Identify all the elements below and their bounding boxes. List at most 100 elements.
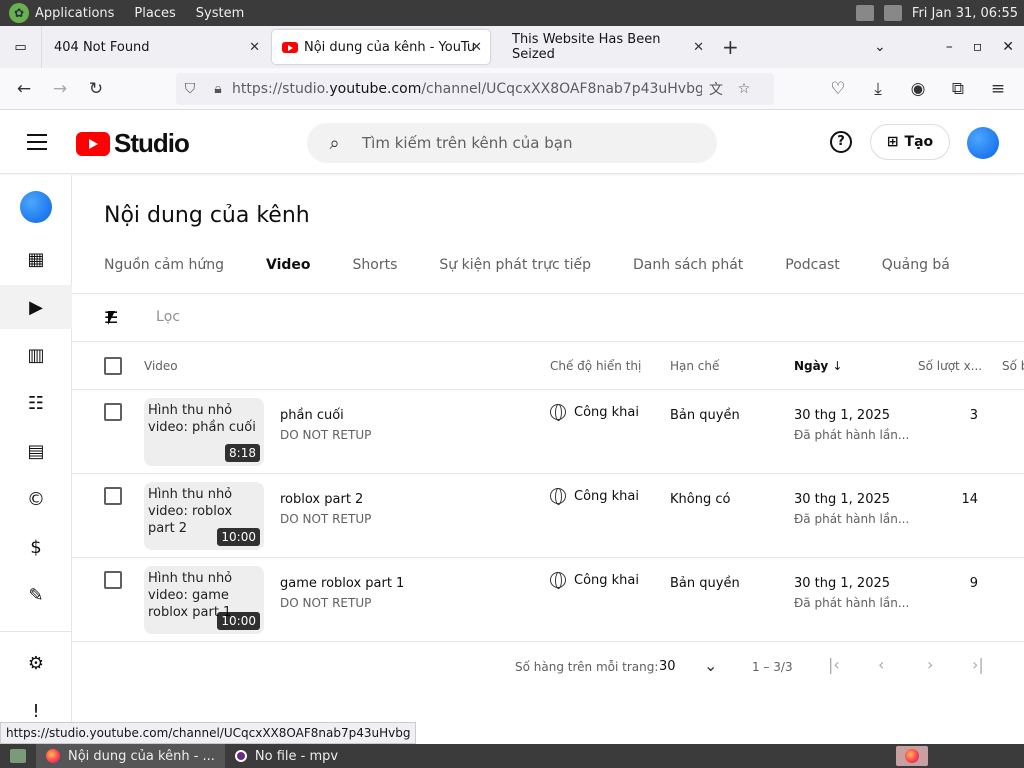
- download-icon[interactable]: ⤓: [860, 73, 896, 105]
- visibility-cell[interactable]: Công khai: [550, 404, 639, 421]
- tab-podcasts[interactable]: Podcast: [785, 257, 839, 285]
- tab-list-icon[interactable]: ▭: [0, 26, 42, 68]
- next-page-icon[interactable]: ›: [927, 655, 933, 674]
- video-title[interactable]: roblox part 2: [280, 492, 363, 507]
- restriction-cell[interactable]: Bản quyền: [670, 576, 740, 591]
- date-cell: 30 thg 1, 2025: [794, 408, 891, 423]
- date-cell: 30 thg 1, 2025: [794, 576, 891, 591]
- new-tab-icon[interactable]: +: [722, 35, 739, 59]
- close-tab-icon[interactable]: ✕: [693, 40, 704, 55]
- close-tab-icon[interactable]: ✕: [249, 40, 260, 55]
- community-icon[interactable]: ☷: [0, 381, 72, 425]
- bookmark-star-icon[interactable]: ☆: [730, 81, 758, 97]
- video-title[interactable]: game roblox part 1: [280, 576, 404, 591]
- url-text[interactable]: https://studio.youtube.com/channel/UCqcx…: [232, 81, 702, 97]
- reload-icon[interactable]: ↻: [78, 73, 114, 105]
- minimize-icon[interactable]: –: [946, 39, 953, 55]
- network-icon[interactable]: [883, 5, 902, 21]
- video-thumbnail[interactable]: Hình thu nhỏ video: game roblox part 1 1…: [144, 566, 264, 634]
- select-all-checkbox[interactable]: [104, 357, 122, 375]
- tab-seized[interactable]: This Website Has Been Seized ✕: [490, 30, 712, 64]
- analytics-icon[interactable]: ▥: [0, 333, 72, 377]
- col-date[interactable]: Ngày ↓: [794, 359, 842, 373]
- url-domain: youtube.com: [329, 81, 422, 97]
- col-visibility[interactable]: Chế độ hiển thị: [550, 359, 641, 373]
- restriction-cell[interactable]: Bản quyền: [670, 408, 740, 423]
- show-desktop-icon[interactable]: [0, 744, 36, 768]
- copyright-icon[interactable]: ©: [0, 477, 72, 521]
- tab-shorts[interactable]: Shorts: [353, 257, 398, 285]
- video-thumbnail[interactable]: Hình thu nhỏ video: roblox part 2 10:00: [144, 482, 264, 550]
- visibility-cell[interactable]: Công khai: [550, 572, 639, 589]
- visibility-cell[interactable]: Công khai: [550, 488, 639, 505]
- lock-icon[interactable]: 🔒︎: [204, 81, 232, 97]
- translate-icon[interactable]: 文: [702, 79, 730, 99]
- pocket-icon[interactable]: ♡: [820, 73, 856, 105]
- first-page-icon[interactable]: |‹: [828, 655, 840, 674]
- url-bar[interactable]: ⛉ 🔒︎ https://studio.youtube.com/channel/…: [176, 73, 774, 105]
- last-page-icon[interactable]: ›|: [972, 655, 984, 674]
- tab-404[interactable]: 404 Not Found ✕: [42, 30, 268, 64]
- close-window-icon[interactable]: ✕: [1002, 39, 1014, 55]
- earn-icon[interactable]: $: [0, 525, 72, 569]
- table-row[interactable]: Hình thu nhỏ video: phần cuối 8:18 phần …: [72, 390, 1024, 474]
- tab-live[interactable]: Sự kiện phát trực tiếp: [439, 257, 591, 285]
- tab-playlists[interactable]: Danh sách phát: [633, 257, 743, 285]
- volume-icon[interactable]: [855, 5, 874, 21]
- visibility-label: Công khai: [574, 488, 639, 504]
- search-icon[interactable]: ⌕: [307, 133, 362, 154]
- workspace-switcher-icon[interactable]: [896, 746, 928, 766]
- tab-overflow-chevron-icon[interactable]: ⌄: [874, 39, 886, 55]
- places-menu[interactable]: Places: [134, 6, 175, 21]
- tab-studio[interactable]: Nội dung của kênh - YouTub ✕: [272, 30, 490, 64]
- table-row[interactable]: Hình thu nhỏ video: roblox part 2 10:00 …: [72, 474, 1024, 558]
- hamburger-menu-icon[interactable]: [27, 134, 47, 150]
- taskbar-mpv[interactable]: No file - mpv: [225, 744, 348, 768]
- chevron-down-icon[interactable]: ⌄: [704, 656, 717, 675]
- row-checkbox[interactable]: [104, 487, 122, 505]
- main-content: Nội dung của kênh Nguồn cảm hứng Video S…: [72, 175, 1024, 745]
- applications-menu[interactable]: Applications: [35, 6, 114, 21]
- settings-gear-icon[interactable]: ⚙: [0, 641, 72, 685]
- table-row[interactable]: Hình thu nhỏ video: game roblox part 1 1…: [72, 558, 1024, 642]
- subtitles-icon[interactable]: ▤: [0, 429, 72, 473]
- account-avatar[interactable]: [967, 127, 999, 159]
- tab-videos[interactable]: Video: [266, 257, 311, 285]
- dashboard-icon[interactable]: ▦: [0, 237, 72, 281]
- create-button[interactable]: ⊞ Tạo: [870, 124, 950, 160]
- distro-logo-icon[interactable]: ✿: [9, 3, 29, 23]
- back-arrow-icon[interactable]: ←: [6, 73, 42, 105]
- extensions-icon[interactable]: ⧉: [940, 73, 976, 105]
- filter-bar[interactable]: ☰ Lọc: [72, 294, 1024, 342]
- rows-per-page-select[interactable]: 30: [659, 659, 676, 674]
- tab-promotions[interactable]: Quảng bá: [882, 257, 950, 285]
- filter-input[interactable]: Lọc: [156, 309, 180, 325]
- col-restrictions[interactable]: Hạn chế: [670, 359, 719, 373]
- customization-icon[interactable]: ✎: [0, 573, 72, 617]
- forward-arrow-icon[interactable]: →: [42, 73, 78, 105]
- video-thumbnail[interactable]: Hình thu nhỏ video: phần cuối 8:18: [144, 398, 264, 466]
- maximize-icon[interactable]: ▫: [973, 39, 983, 55]
- tab-title: Nội dung của kênh - YouTub: [304, 39, 474, 55]
- taskbar-firefox[interactable]: Nội dung của kênh - ...: [36, 744, 225, 768]
- account-icon[interactable]: ◉: [900, 73, 936, 105]
- close-tab-icon[interactable]: ✕: [471, 40, 482, 55]
- studio-logo[interactable]: Studio: [76, 128, 190, 159]
- tab-inspiration[interactable]: Nguồn cảm hứng: [104, 257, 224, 285]
- col-extra[interactable]: Số b: [1002, 359, 1024, 373]
- col-views[interactable]: Số lượt x...: [918, 359, 982, 373]
- restriction-cell[interactable]: Không có: [670, 492, 730, 507]
- help-icon[interactable]: ?: [830, 131, 852, 153]
- channel-search-input[interactable]: ⌕ Tìm kiếm trên kênh của bạn: [307, 123, 717, 163]
- clock[interactable]: Fri Jan 31, 06:55: [912, 6, 1018, 21]
- menu-icon[interactable]: ≡: [980, 73, 1016, 105]
- prev-page-icon[interactable]: ‹: [878, 655, 884, 674]
- channel-avatar[interactable]: [20, 191, 52, 223]
- row-checkbox[interactable]: [104, 571, 122, 589]
- shield-icon[interactable]: ⛉: [176, 81, 204, 97]
- row-checkbox[interactable]: [104, 403, 122, 421]
- system-menu[interactable]: System: [196, 6, 244, 21]
- content-icon[interactable]: ▶: [0, 285, 72, 329]
- content-tabs: Nguồn cảm hứng Video Shorts Sự kiện phát…: [104, 257, 992, 285]
- video-title[interactable]: phần cuối: [280, 408, 344, 423]
